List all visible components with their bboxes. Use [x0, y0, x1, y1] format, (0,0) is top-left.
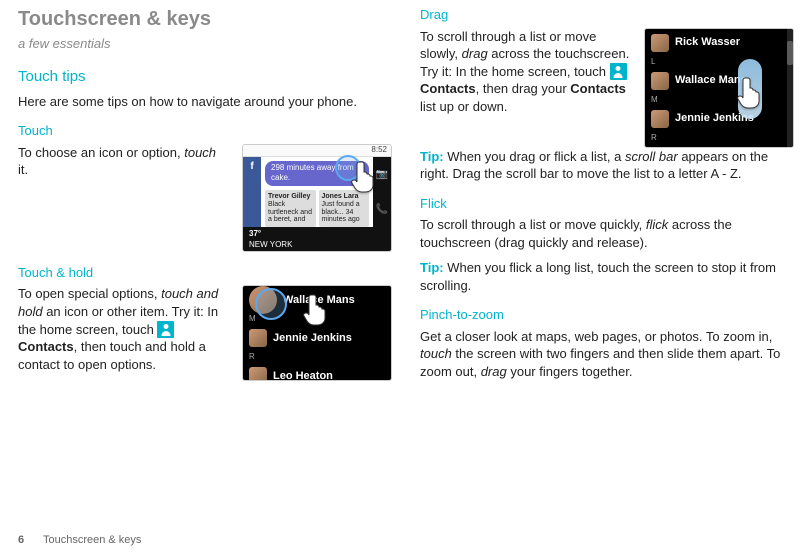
page-subtitle: a few essentials: [18, 35, 392, 53]
drag-text: To scroll through a list or move slowly,…: [420, 28, 630, 116]
page-number: 6: [18, 534, 24, 546]
right-column: Drag To scroll through a list or move sl…: [420, 6, 794, 520]
drag-indicator: [729, 59, 771, 125]
page-title: Touchscreen & keys: [18, 6, 392, 33]
scrollbar-thumb: [787, 41, 793, 65]
touch-tips-intro: Here are some tips on how to navigate ar…: [18, 93, 392, 111]
flick-text: To scroll through a list or move quickly…: [420, 216, 794, 251]
tap-indicator: [335, 155, 361, 181]
section-touch-tips: Touch tips: [18, 67, 392, 87]
page-footer: 6 Touchscreen & keys: [18, 533, 141, 548]
left-column: Touchscreen & keys a few essentials Touc…: [18, 6, 392, 520]
drag-screenshot: Rick Wasser L Wallace Mans M Jennie Jenk…: [644, 28, 794, 148]
subsection-touch: Touch: [18, 122, 392, 140]
subsection-drag: Drag: [420, 6, 794, 24]
subsection-touch-hold: Touch & hold: [18, 264, 392, 282]
subsection-pinch: Pinch-to-zoom: [420, 306, 794, 324]
drag-tip: Tip: When you drag or flick a list, a sc…: [420, 148, 794, 183]
subsection-flick: Flick: [420, 195, 794, 213]
camera-icon: 📷: [376, 168, 388, 182]
footer-title: Touchscreen & keys: [43, 534, 141, 546]
touch-screenshot: 8:52 f 298 minutes away from cake. Trevo…: [242, 144, 392, 252]
pinch-text: Get a closer look at maps, web pages, or…: [420, 328, 794, 381]
contacts-icon: [610, 63, 627, 80]
facebook-icon: f: [250, 160, 253, 174]
flick-tip: Tip: When you flick a long list, touch t…: [420, 259, 794, 294]
touch-hold-text: To open special options, touch and hold …: [18, 285, 228, 373]
touch-text: To choose an icon or option, touch it.: [18, 144, 228, 179]
phone-icon: 📞: [376, 203, 388, 217]
contacts-icon: [157, 321, 174, 338]
touch-hold-screenshot: Wallace Mans M Jennie Jenkins R Leo Heat…: [242, 285, 392, 381]
